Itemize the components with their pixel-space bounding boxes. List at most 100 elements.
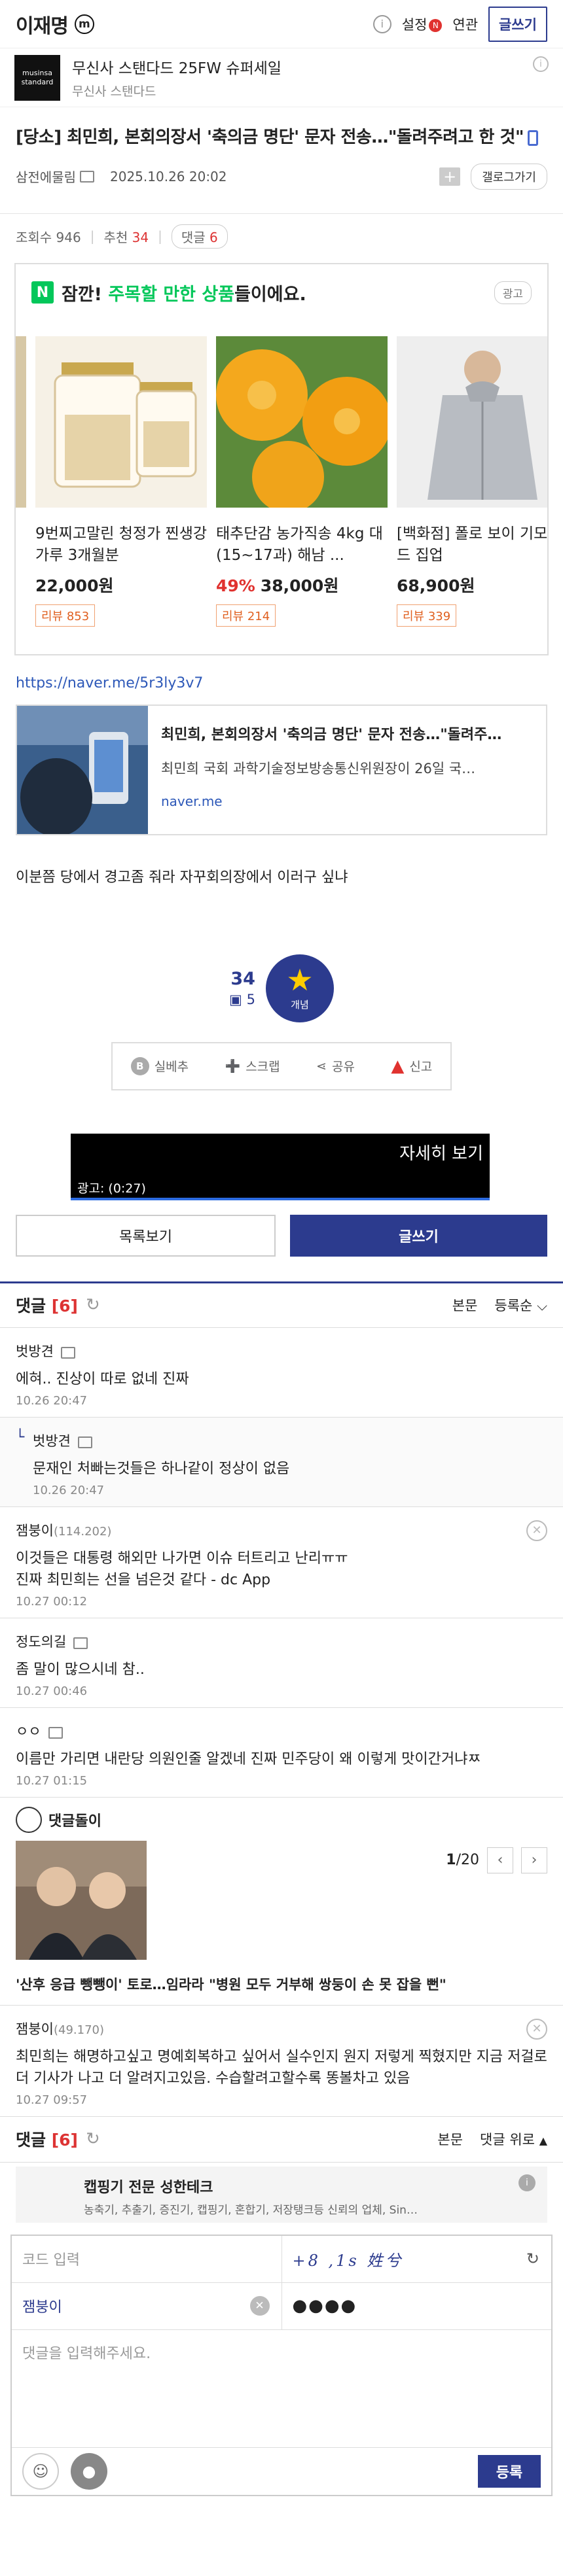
info-icon[interactable]: i (372, 14, 391, 33)
triangle-up-icon: ▲ (539, 2134, 547, 2148)
comment-top-button[interactable]: 댓글 위로 ▲ (480, 2129, 547, 2149)
comment-textarea[interactable]: 댓글을 입력해주세요. (12, 2330, 551, 2448)
comment-title-count: [6] (51, 1297, 78, 1316)
recommend-stat-label: 추천 (103, 229, 128, 245)
author-nickname[interactable]: 삼전에물림 (16, 167, 76, 186)
gallog-icon[interactable] (78, 1436, 93, 1449)
divider: | (90, 228, 95, 245)
comment-title: 댓글 [6] (16, 2127, 78, 2151)
settings-button[interactable]: 설정 N (402, 14, 443, 34)
sort-dropdown[interactable]: 등록순 ⌵ (494, 1295, 547, 1315)
post-title: [당소] 최민희, 본회의장서 '축의금 명단' 문자 전송…"돌려주려고 한 … (16, 124, 547, 152)
comment-item: 잼붕이(114.202) ✕ 이것들은 대통령 해외만 나가면 이슈 터트리고 … (0, 1507, 563, 1618)
shopping-header: N 잠깐! 주목할 만한 상품들이에요. 광고 (16, 264, 547, 305)
musinsa-logo: musinsa standard (14, 54, 60, 101)
refresh-icon[interactable]: ↻ (526, 2250, 539, 2268)
bottom-ad-title: 캡핑기 전문 성한테크 (84, 2179, 213, 2196)
body-link[interactable]: 본문 (437, 2129, 463, 2149)
news-thumbnail[interactable] (16, 1840, 147, 1960)
comment-item: 벗방견 에혀.. 진상이 따로 없네 진짜 10.26 20:47 (0, 1328, 563, 1418)
delete-icon[interactable]: ✕ (526, 2018, 547, 2040)
pager-total: /20 (456, 1852, 479, 1869)
plus-icon[interactable]: + (439, 167, 461, 186)
chevron-left-icon[interactable]: ‹ (487, 1847, 513, 1873)
comment-ip: (114.202) (53, 1524, 112, 1539)
comment-count-button[interactable]: 댓글 6 (171, 224, 228, 249)
nickname-field[interactable]: 잼붕이 ✕ (12, 2282, 282, 2329)
comment-write-form: 코드 입력 +8 ,1s 姓兮 ↻ 잼붕이 ✕ ●●●● 댓글을 입력해주세요. ☺… (10, 2234, 553, 2496)
comment-item: 잼붕이(49.170) ✕ 최민희는 해명하고싶고 명예회복하고 싶어서 실수인… (0, 2006, 563, 2117)
write-button-top[interactable]: 글쓰기 (488, 6, 547, 42)
gallog-icon[interactable] (61, 1347, 76, 1359)
product-card[interactable]: [백화점] 폴로 보이 기모 후드 집업 68,900원 리뷰 339 (397, 336, 547, 627)
link-preview-card[interactable]: 최민희, 본회의장서 '축의금 명단' 문자 전송…"돌려주… 최민희 국회 과… (16, 704, 547, 835)
captcha-image: +8 ,1s 姓兮 ↻ (282, 2236, 552, 2282)
link-description: 최민희 국회 과학기술정보방송통신위원장이 26일 국… (161, 760, 476, 776)
captcha-text: +8 ,1s 姓兮 (292, 2251, 404, 2270)
delete-icon[interactable]: ✕ (526, 1520, 547, 1541)
ad-info-icon[interactable]: i (518, 2174, 536, 2191)
gallog-button[interactable]: 갤로그가기 (471, 163, 547, 190)
bottom-ad-desc: 농축기, 추출기, 증진기, 캡핑기, 혼합기, 저장탱크등 신뢰의 업체, S… (84, 2203, 418, 2217)
product-image-partial (16, 336, 26, 508)
gallog-icon[interactable] (80, 170, 94, 183)
share-button[interactable]: ⋖ 공유 (316, 1057, 355, 1075)
product-review-badge: 리뷰 853 (35, 604, 96, 627)
recommend-button[interactable]: ★ 개념 (265, 954, 334, 1022)
comment-nickname[interactable]: 벗방견 (16, 1344, 54, 1359)
mobile-icon (528, 130, 538, 146)
emoji-icon[interactable]: ☺ (22, 2452, 59, 2490)
link-title: 최민희, 본회의장서 '축의금 명단' 문자 전송…"돌려주… (161, 726, 502, 743)
related-button[interactable]: 연관 (452, 14, 478, 34)
comment-nickname[interactable]: ㅇㅇ (16, 1724, 41, 1739)
body-link[interactable]: 본문 (452, 1295, 478, 1315)
ad-info-icon[interactable]: i (533, 56, 549, 72)
new-badge: N (429, 18, 443, 32)
comment-nickname[interactable]: 잼붕이 (16, 1523, 54, 1539)
scrap-icon: ➕ (225, 1059, 241, 1074)
product-card[interactable]: 9번찌고말린 청정가 찐생강가루 3개월분 22,000원 리뷰 853 (35, 336, 207, 627)
comment-nickname[interactable]: 벗방견 (33, 1433, 71, 1449)
top-actions: i 설정 N 연관 글쓰기 (372, 6, 547, 42)
news-caption[interactable]: '산후 응급 뺑뺑이' 토로…임라라 "병원 모두 거부해 쌍둥이 손 못 잡을… (16, 1974, 547, 1994)
bottom-ad[interactable]: 캡핑기 전문 성한테크 농축기, 추출기, 증진기, 캡핑기, 혼합기, 저장탱… (16, 2166, 547, 2223)
share-bar: B 실베추 ➕ 스크랩 ⋖ 공유 ▲ 신고 (111, 1041, 452, 1090)
gallery-name[interactable]: 이재명 (16, 10, 69, 39)
post-link[interactable]: https://naver.me/5r3ly3v7 (16, 675, 547, 691)
password-field[interactable]: ●●●● (282, 2283, 552, 2329)
view-count: 조회수 946 (16, 229, 81, 245)
mic-icon[interactable]: ● (71, 2452, 107, 2490)
silbe-button[interactable]: B 실베추 (130, 1056, 189, 1075)
product-card[interactable]: 태추단감 농가직송 4kg 대(15~17과) 해남 ... 49% 38,000… (216, 336, 391, 627)
page: 이재명 m i 설정 N 연관 글쓰기 musinsa standard 무신사 … (0, 0, 563, 2496)
code-input[interactable]: 코드 입력 (12, 2235, 282, 2282)
product-carousel[interactable]: 9번찌고말린 청정가 찐생강가루 3개월분 22,000원 리뷰 853 태추단… (16, 336, 547, 627)
video-more-button[interactable]: 자세히 보기 (399, 1140, 483, 1164)
comment-date: 10.27 00:12 (16, 1594, 88, 1609)
product-price-value: 38,000원 (260, 576, 339, 595)
link-thumbnail (17, 705, 148, 834)
silbe-label: 실베추 (154, 1060, 189, 1075)
product-price: 22,000원 (35, 573, 207, 597)
refresh-icon[interactable]: ↻ (86, 2129, 100, 2149)
password-value: ●●●● (292, 2296, 357, 2316)
comment-nickname[interactable]: 잼붕이 (16, 2021, 54, 2037)
top-ad-banner[interactable]: musinsa standard 무신사 스탠다드 25FW 슈퍼세일 무신사 … (0, 48, 563, 107)
refresh-icon[interactable]: ↻ (86, 1295, 100, 1315)
comment-author: 정도의길 (16, 1631, 547, 1651)
list-button[interactable]: 목록보기 (16, 1214, 276, 1257)
comment-bot-pager: 1/20 ‹ › (446, 1847, 547, 1873)
code-input-placeholder: 코드 입력 (22, 2252, 80, 2269)
comment-count-label: 댓글 (181, 229, 206, 245)
gallog-icon[interactable] (73, 1637, 88, 1650)
clear-icon[interactable]: ✕ (249, 2296, 270, 2316)
report-button[interactable]: ▲ 신고 (391, 1056, 432, 1076)
video-ad-player[interactable]: 자세히 보기 광고: (0:27) (71, 1133, 490, 1200)
chevron-right-icon[interactable]: › (521, 1847, 547, 1873)
comment-item: 정도의길 좀 말이 많으시네 참.. 10.27 00:46 (0, 1618, 563, 1708)
submit-button[interactable]: 등록 (478, 2454, 541, 2488)
comment-nickname[interactable]: 정도의길 (16, 1634, 66, 1650)
gallog-icon[interactable] (48, 1727, 63, 1739)
write-button[interactable]: 글쓰기 (290, 1214, 547, 1257)
scrap-button[interactable]: ➕ 스크랩 (225, 1057, 280, 1075)
